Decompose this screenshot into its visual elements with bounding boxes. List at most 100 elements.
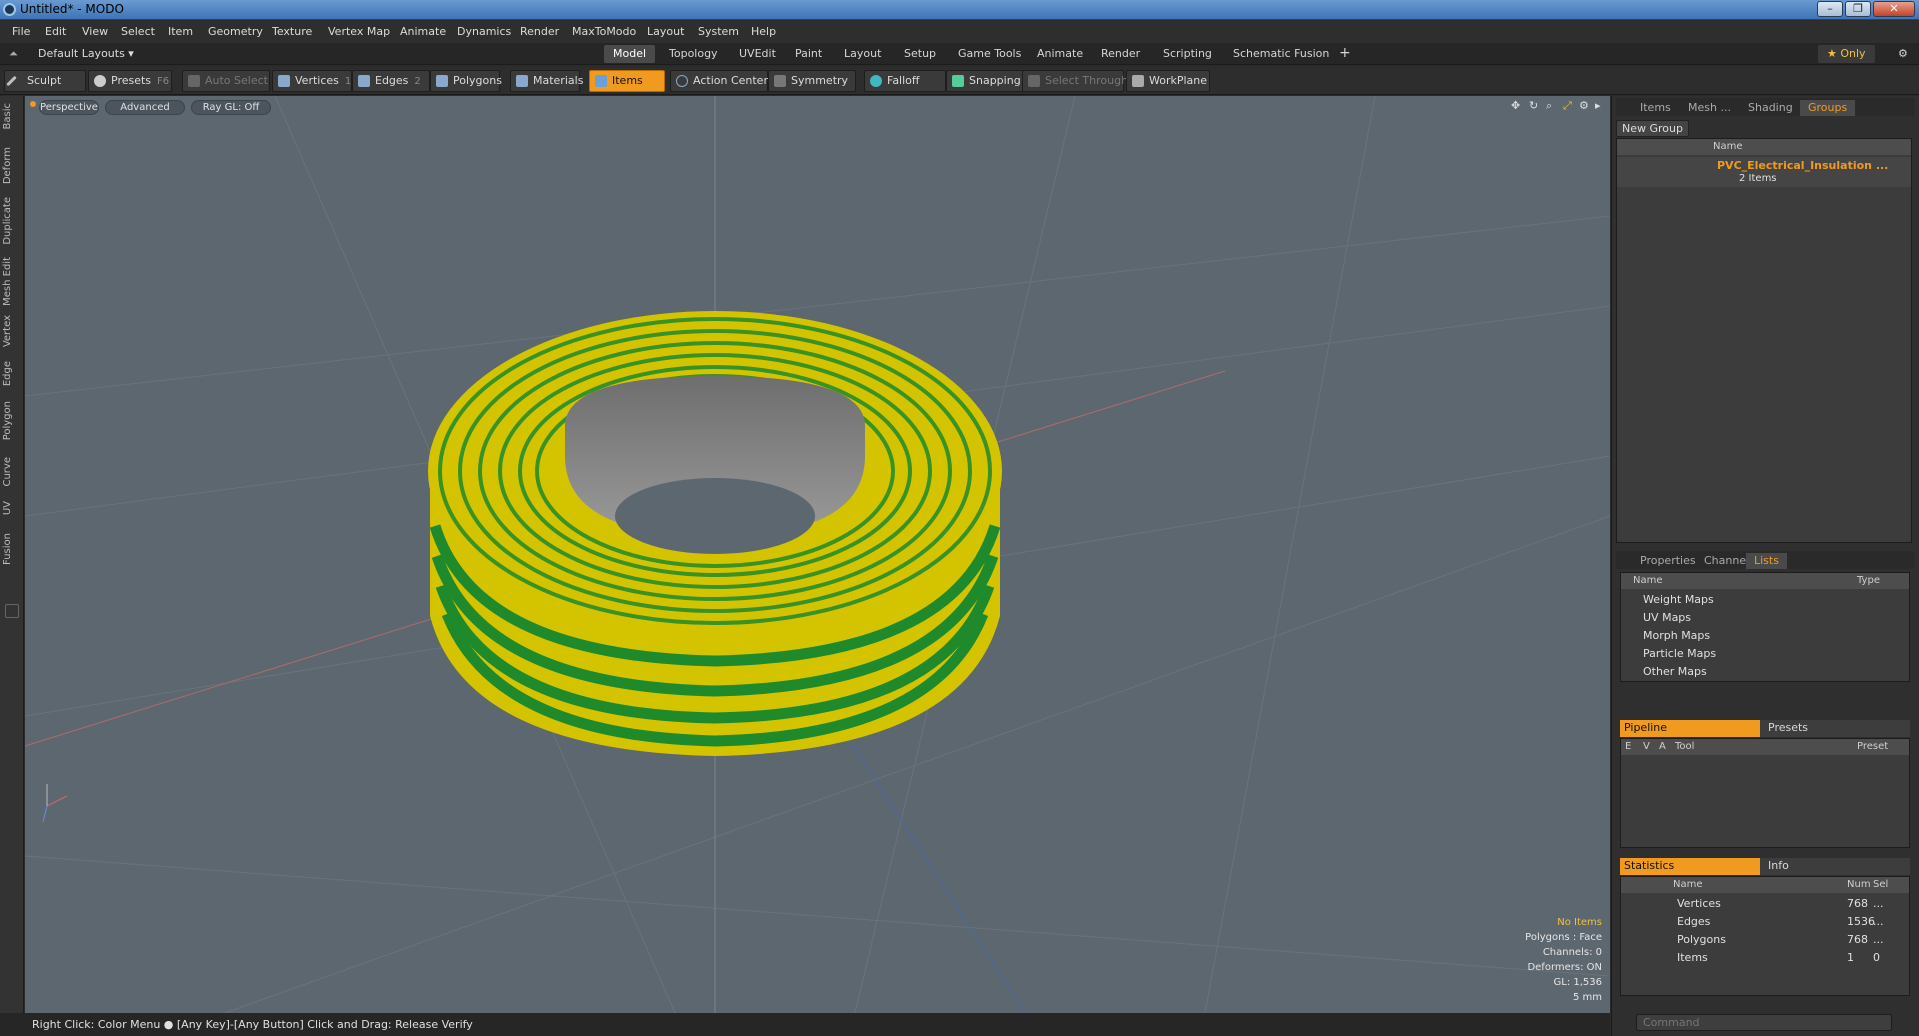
menu-view[interactable]: View <box>82 25 108 38</box>
menu-animate[interactable]: Animate <box>400 25 446 38</box>
tab-groups[interactable]: Groups <box>1800 100 1856 116</box>
list-item[interactable]: Weight Maps <box>1621 591 1909 609</box>
edges-button[interactable]: Edges 2 <box>352 70 430 92</box>
3d-viewport[interactable]: Perspective Advanced Ray GL: Off ✥ ↻ ⌕ ⤢… <box>25 96 1610 1013</box>
tab-animate[interactable]: Animate <box>1028 45 1092 63</box>
vtab-mesh-edit[interactable]: Mesh Edit <box>2 254 22 309</box>
presets-button[interactable]: Presets F6 <box>88 70 172 92</box>
menu-geometry[interactable]: Geometry <box>208 25 263 38</box>
gear-icon[interactable]: ⚙ <box>1889 45 1917 63</box>
menu-edit[interactable]: Edit <box>45 25 66 38</box>
vertices-button[interactable]: Vertices 1 <box>272 70 352 92</box>
tab-render[interactable]: Render <box>1092 45 1149 63</box>
pan-icon[interactable]: ✥ <box>1511 99 1520 112</box>
menu-dynamics[interactable]: Dynamics <box>457 25 511 38</box>
tab-schematic-fusion[interactable]: Schematic Fusion <box>1224 45 1338 63</box>
viewport-expand-icon[interactable]: ▸ <box>1595 99 1601 112</box>
tab-statistics[interactable]: Statistics <box>1620 858 1760 875</box>
vtab-basic[interactable]: Basic <box>2 100 22 132</box>
auto-select-button[interactable]: Auto Select <box>182 70 270 92</box>
select-through-button[interactable]: Select Through <box>1022 70 1128 92</box>
tab-mesh[interactable]: Mesh ... <box>1680 100 1739 116</box>
table-row[interactable]: Edges 1536... <box>1621 913 1909 931</box>
vtab-duplicate[interactable]: Duplicate <box>2 194 22 248</box>
menu-system[interactable]: System <box>698 25 739 38</box>
list-item[interactable]: Particle Maps <box>1621 645 1909 663</box>
lists-type-header: Type <box>1857 575 1880 586</box>
table-row[interactable]: Polygons 768... <box>1621 931 1909 949</box>
menu-layout[interactable]: Layout <box>647 25 684 38</box>
tab-setup[interactable]: Setup <box>895 45 945 63</box>
tab-uvedit[interactable]: UVEdit <box>730 45 785 63</box>
list-item[interactable]: Other Maps <box>1621 663 1909 681</box>
vtab-curve[interactable]: Curve <box>2 454 22 490</box>
items-button[interactable]: Items <box>589 70 665 92</box>
minimize-button[interactable]: – <box>1817 1 1843 17</box>
perspective-button[interactable]: Perspective <box>39 100 99 115</box>
viewport-menu-icon[interactable] <box>30 101 36 107</box>
list-item[interactable]: Morph Maps <box>1621 627 1909 645</box>
layout-arrow-icon[interactable]: ⏶ <box>9 47 18 61</box>
advanced-button[interactable]: Advanced <box>105 100 185 115</box>
axis-gizmo-icon <box>42 784 68 823</box>
menu-item[interactable]: Item <box>168 25 193 38</box>
menu-help[interactable]: Help <box>751 25 776 38</box>
tab-layout[interactable]: Layout <box>835 45 890 63</box>
items-icon <box>595 75 607 87</box>
only-toggle[interactable]: ★ Only <box>1818 45 1875 63</box>
tab-properties[interactable]: Properties <box>1632 553 1704 569</box>
vtab-vertex[interactable]: Vertex <box>2 312 22 350</box>
add-tab-button[interactable]: + <box>1330 43 1360 61</box>
menu-vertex-map[interactable]: Vertex Map <box>328 25 390 38</box>
tab-scripting[interactable]: Scripting <box>1154 45 1221 63</box>
zoom-icon[interactable]: ⌕ <box>1546 99 1552 113</box>
menu-render[interactable]: Render <box>520 25 559 38</box>
panel-toggle-icon[interactable] <box>5 604 19 618</box>
scale-info: 5 mm <box>1572 992 1602 1003</box>
table-row[interactable]: Vertices 768... <box>1621 895 1909 913</box>
maximize-button[interactable]: ❐ <box>1845 1 1871 17</box>
tab-topology[interactable]: Topology <box>660 45 727 63</box>
workplane-button[interactable]: WorkPlane <box>1126 70 1210 92</box>
tab-pipeline[interactable]: Pipeline <box>1620 720 1760 737</box>
action-center-button[interactable]: Action Center <box>670 70 768 92</box>
polygons-button[interactable]: Polygons <box>430 70 502 92</box>
menu-file[interactable]: File <box>12 25 30 38</box>
viewport-scene <box>25 96 1610 1013</box>
materials-button[interactable]: Materials <box>510 70 583 92</box>
menu-maxtomodo[interactable]: MaxToModo <box>572 25 636 38</box>
vtab-polygon[interactable]: Polygon <box>2 398 22 443</box>
raygl-button[interactable]: Ray GL: Off <box>191 100 271 115</box>
menu-select[interactable]: Select <box>121 25 155 38</box>
symmetry-button[interactable]: Symmetry <box>768 70 856 92</box>
menu-texture[interactable]: Texture <box>272 25 312 38</box>
group-row[interactable]: PVC_Electrical_Insulation ... 2 Items <box>1617 157 1911 187</box>
tab-info[interactable]: Info <box>1768 859 1789 872</box>
command-input[interactable] <box>1636 1014 1892 1031</box>
list-item[interactable]: UV Maps <box>1621 609 1909 627</box>
vtab-edge[interactable]: Edge <box>2 358 22 389</box>
main-toolbar: Sculpt Presets F6 Auto Select Vertices 1 E… <box>0 67 1919 95</box>
tab-game-tools[interactable]: Game Tools <box>949 45 1030 63</box>
vtab-uv[interactable]: UV <box>2 498 22 518</box>
new-group-button[interactable]: New Group <box>1616 120 1689 137</box>
tab-presets[interactable]: Presets <box>1768 721 1808 734</box>
falloff-button[interactable]: Falloff <box>864 70 946 92</box>
crosshair-icon <box>676 75 688 87</box>
tab-lists[interactable]: Lists <box>1746 553 1787 569</box>
tab-model[interactable]: Model <box>604 45 656 63</box>
tab-paint[interactable]: Paint <box>786 45 831 63</box>
close-button[interactable]: ✕ <box>1873 1 1915 17</box>
viewport-gear-icon[interactable]: ⚙ <box>1579 99 1589 112</box>
workplane-icon <box>1132 75 1144 87</box>
tab-items[interactable]: Items <box>1632 100 1679 116</box>
vtab-fusion[interactable]: Fusion <box>2 530 22 568</box>
sculpt-button[interactable]: Sculpt <box>4 70 86 92</box>
rotate-icon[interactable]: ↻ <box>1529 99 1538 112</box>
table-row[interactable]: Items 1 0 <box>1621 949 1909 967</box>
tab-shading[interactable]: Shading <box>1740 100 1801 116</box>
default-layouts-dropdown[interactable]: Default Layouts ▾ <box>38 47 134 60</box>
vtab-deform[interactable]: Deform <box>2 144 22 187</box>
fit-icon[interactable]: ⤢ <box>1563 99 1572 113</box>
snapping-button[interactable]: Snapping <box>946 70 1030 92</box>
